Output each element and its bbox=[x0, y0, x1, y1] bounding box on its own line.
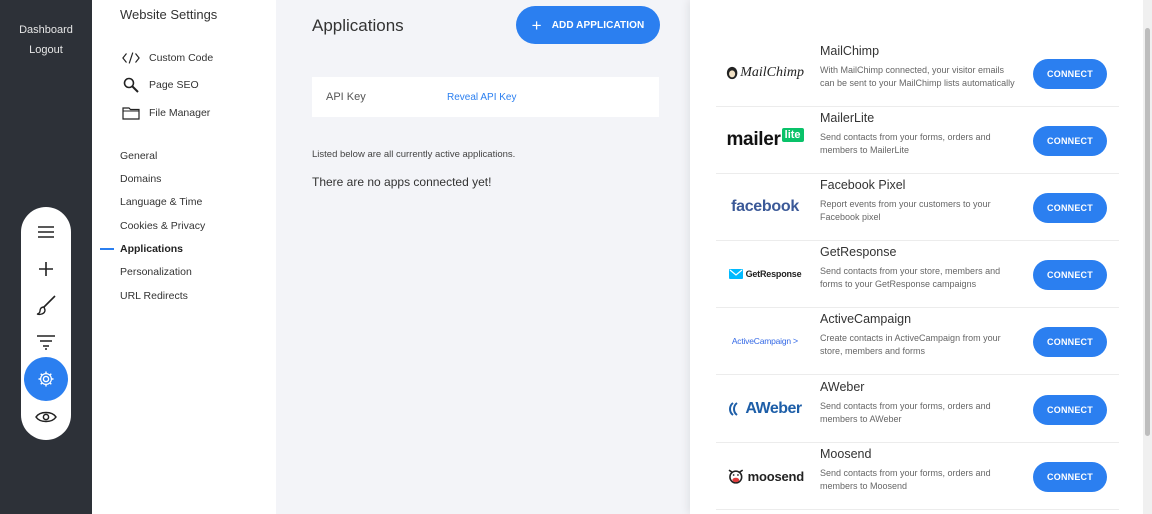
nav-domains[interactable]: Domains bbox=[120, 173, 161, 185]
plus-icon: + bbox=[531, 15, 542, 35]
brush-icon[interactable] bbox=[21, 287, 71, 323]
nav-url-redirects[interactable]: URL Redirects bbox=[120, 290, 188, 302]
nav-cookies-privacy[interactable]: Cookies & Privacy bbox=[120, 220, 205, 232]
gear-icon[interactable] bbox=[24, 357, 68, 401]
list-note: Listed below are all currently active ap… bbox=[312, 149, 516, 160]
file-manager-item[interactable]: File Manager bbox=[122, 105, 210, 121]
app-row-activecampaign: ActiveCampaign > ActiveCampaign Create c… bbox=[716, 308, 1119, 375]
app-name: MailerLite bbox=[820, 111, 875, 125]
api-key-card: API Key Reveal API Key bbox=[312, 77, 659, 117]
connect-button-facebook-pixel[interactable]: CONNECT bbox=[1033, 193, 1107, 223]
app-description: Report events from your customers to you… bbox=[820, 199, 991, 222]
moosend-logo: moosend bbox=[726, 458, 804, 494]
app-row-mailchimp: MailChimp MailChimp With MailChimp conne… bbox=[716, 40, 1119, 107]
mailchimp-logo: MailChimp bbox=[726, 55, 804, 91]
connect-button-getresponse[interactable]: CONNECT bbox=[1033, 260, 1107, 290]
app-row-moosend: moosend Moosend Send contacts from your … bbox=[716, 443, 1119, 510]
app-description: With MailChimp connected, your visitor e… bbox=[820, 65, 1015, 88]
app-name: AWeber bbox=[820, 380, 865, 394]
filter-icon[interactable] bbox=[21, 324, 71, 360]
scrollbar-thumb[interactable] bbox=[1145, 28, 1150, 436]
eye-icon[interactable] bbox=[21, 399, 71, 435]
connect-button-mailerlite[interactable]: CONNECT bbox=[1033, 126, 1107, 156]
nav-applications[interactable]: Applications bbox=[120, 243, 183, 255]
nav-general[interactable]: General bbox=[120, 150, 157, 162]
settings-panel: Website Settings Custom Code Page SEO Fi… bbox=[92, 0, 276, 514]
chevron-right-icon: > bbox=[792, 336, 799, 346]
aweber-logo: AWeber bbox=[726, 391, 804, 427]
custom-code-label: Custom Code bbox=[149, 52, 214, 64]
app-description: Send contacts from your forms, orders an… bbox=[820, 468, 991, 491]
page-seo-label: Page SEO bbox=[149, 79, 199, 91]
logout-link[interactable]: Logout bbox=[0, 44, 92, 56]
add-application-label: ADD APPLICATION bbox=[551, 19, 645, 31]
modal-scrollbar[interactable] bbox=[1143, 0, 1152, 514]
app-description: Send contacts from your store, members a… bbox=[820, 266, 1001, 289]
left-rail: Dashboard Logout bbox=[0, 0, 92, 514]
plus-icon[interactable] bbox=[21, 251, 71, 287]
connect-button-mailchimp[interactable]: CONNECT bbox=[1033, 59, 1107, 89]
file-manager-label: File Manager bbox=[149, 107, 211, 119]
facebook-logo: facebook bbox=[731, 198, 799, 215]
app-name: ActiveCampaign bbox=[820, 312, 912, 326]
code-icon bbox=[122, 50, 140, 66]
page-title: Applications bbox=[312, 16, 404, 35]
app-name: Facebook Pixel bbox=[820, 178, 906, 192]
active-nav-marker bbox=[100, 248, 114, 250]
folder-icon bbox=[122, 105, 140, 121]
nav-personalization[interactable]: Personalization bbox=[120, 266, 192, 278]
connect-button-aweber[interactable]: CONNECT bbox=[1033, 395, 1107, 425]
search-icon bbox=[122, 77, 140, 93]
mailerlite-logo: mailer lite bbox=[726, 122, 804, 158]
app-row-facebook-pixel: facebook Facebook Pixel Report events fr… bbox=[716, 174, 1119, 241]
editor-toolbar bbox=[21, 207, 71, 440]
empty-note: There are no apps connected yet! bbox=[312, 175, 492, 189]
page-seo-item[interactable]: Page SEO bbox=[122, 77, 199, 93]
app-description: Send contacts from your forms, orders an… bbox=[820, 401, 991, 424]
app-row-mailerlite: mailer lite MailerLite Send contacts fro… bbox=[716, 107, 1119, 174]
api-key-label: API Key bbox=[326, 91, 366, 103]
nav-language-time[interactable]: Language & Time bbox=[120, 196, 202, 208]
app-description: Create contacts in ActiveCampaign from y… bbox=[820, 333, 1001, 356]
connect-button-activecampaign[interactable]: CONNECT bbox=[1033, 327, 1107, 357]
app-name: GetResponse bbox=[820, 245, 897, 259]
menu-icon[interactable] bbox=[21, 214, 71, 250]
app-name: MailChimp bbox=[820, 44, 880, 58]
getresponse-logo: GetResponse bbox=[726, 256, 804, 292]
reveal-api-key-link[interactable]: Reveal API Key bbox=[447, 92, 516, 103]
applications-panel: Applications + ADD APPLICATION API Key R… bbox=[276, 0, 690, 514]
app-row-aweber: AWeber AWeber Send contacts from your fo… bbox=[716, 376, 1119, 443]
app-name: Moosend bbox=[820, 447, 872, 461]
custom-code-item[interactable]: Custom Code bbox=[122, 50, 213, 66]
app-catalog-modal: MailChimp MailChimp With MailChimp conne… bbox=[690, 0, 1152, 514]
app-description: Send contacts from your forms, orders an… bbox=[820, 132, 991, 155]
activecampaign-logo: ActiveCampaign > bbox=[731, 336, 799, 346]
settings-title: Website Settings bbox=[120, 7, 218, 22]
dashboard-link[interactable]: Dashboard bbox=[0, 24, 92, 36]
connect-button-moosend[interactable]: CONNECT bbox=[1033, 462, 1107, 492]
add-application-button[interactable]: + ADD APPLICATION bbox=[516, 6, 660, 44]
app-row-getresponse: GetResponse GetResponse Send contacts fr… bbox=[716, 241, 1119, 308]
